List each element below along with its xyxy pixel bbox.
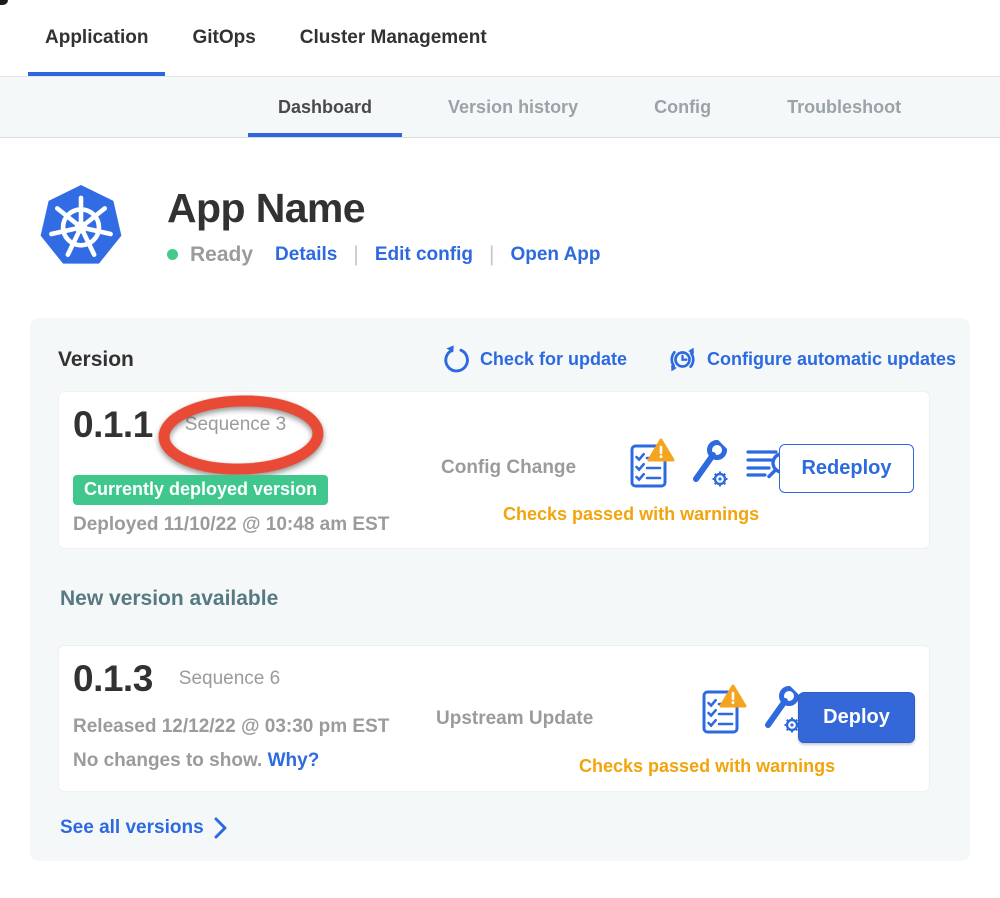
current-version-number: 0.1.1: [73, 404, 153, 446]
no-changes-text: No changes to show. Why?: [73, 750, 319, 772]
no-changes-label: No changes to show.: [73, 750, 262, 771]
version-card: Version Check for update: [30, 318, 970, 861]
details-link[interactable]: Details: [275, 244, 337, 266]
divider: |: [489, 243, 494, 267]
tab-troubleshoot[interactable]: Troubleshoot: [757, 77, 931, 137]
tab-dashboard[interactable]: Dashboard: [248, 77, 402, 137]
divider: |: [353, 243, 358, 267]
see-all-versions-label: See all versions: [60, 817, 204, 839]
tab-version-history[interactable]: Version history: [418, 77, 608, 137]
edit-config-link[interactable]: Edit config: [375, 244, 473, 266]
deploy-button[interactable]: Deploy: [798, 692, 915, 743]
new-version-number: 0.1.3: [73, 658, 153, 700]
top-nav: Application GitOps Cluster Management: [0, 0, 1000, 77]
preflight-checks-icon[interactable]: [699, 684, 747, 736]
tab-gitops[interactable]: GitOps: [175, 0, 272, 76]
new-version-sequence: Sequence 6: [179, 668, 280, 690]
refresh-icon: [442, 345, 471, 374]
released-timestamp: Released 12/12/22 @ 03:30 pm EST: [73, 716, 389, 738]
preflight-result-text: Checks passed with warnings: [503, 504, 759, 525]
deployed-timestamp: Deployed 11/10/22 @ 10:48 am EST: [73, 514, 389, 536]
screen-corner-artifact: [0, 0, 8, 5]
version-source-label: Config Change: [441, 457, 576, 479]
app-status: Ready: [190, 243, 253, 267]
version-card-title: Version: [58, 348, 134, 372]
configure-auto-updates-label: Configure automatic updates: [707, 349, 956, 370]
edit-config-icon[interactable]: [688, 438, 732, 490]
current-version-row: 0.1.1 Sequence 3 Currently deployed vers…: [58, 391, 930, 549]
new-version-heading: New version available: [60, 587, 958, 611]
configure-auto-updates-link[interactable]: Configure automatic updates: [667, 344, 956, 375]
app-title: App Name: [167, 185, 601, 232]
see-all-versions-link[interactable]: See all versions: [60, 817, 227, 839]
open-app-link[interactable]: Open App: [510, 244, 600, 266]
kubernetes-logo-icon: [35, 178, 127, 273]
status-dot-icon: [167, 249, 178, 260]
auto-update-clock-icon: [667, 344, 698, 375]
app-header: App Name Ready Details | Edit config | O…: [35, 178, 1000, 273]
version-source-label: Upstream Update: [436, 708, 593, 730]
check-for-update-label: Check for update: [480, 349, 627, 370]
currently-deployed-badge: Currently deployed version: [73, 475, 328, 505]
app-sub-nav: Dashboard Version history Config Trouble…: [0, 77, 1000, 138]
redeploy-button[interactable]: Redeploy: [779, 444, 914, 493]
check-for-update-link[interactable]: Check for update: [442, 345, 627, 374]
tab-cluster-management[interactable]: Cluster Management: [283, 0, 504, 76]
current-version-sequence: Sequence 3: [185, 414, 286, 436]
tab-application[interactable]: Application: [28, 0, 165, 76]
new-version-row: 0.1.3 Sequence 6 Released 12/12/22 @ 03:…: [58, 645, 930, 792]
preflight-result-text: Checks passed with warnings: [579, 756, 835, 777]
tab-config[interactable]: Config: [624, 77, 741, 137]
chevron-right-icon: [214, 817, 227, 839]
preflight-checks-icon[interactable]: [627, 438, 675, 490]
why-link[interactable]: Why?: [268, 750, 320, 771]
